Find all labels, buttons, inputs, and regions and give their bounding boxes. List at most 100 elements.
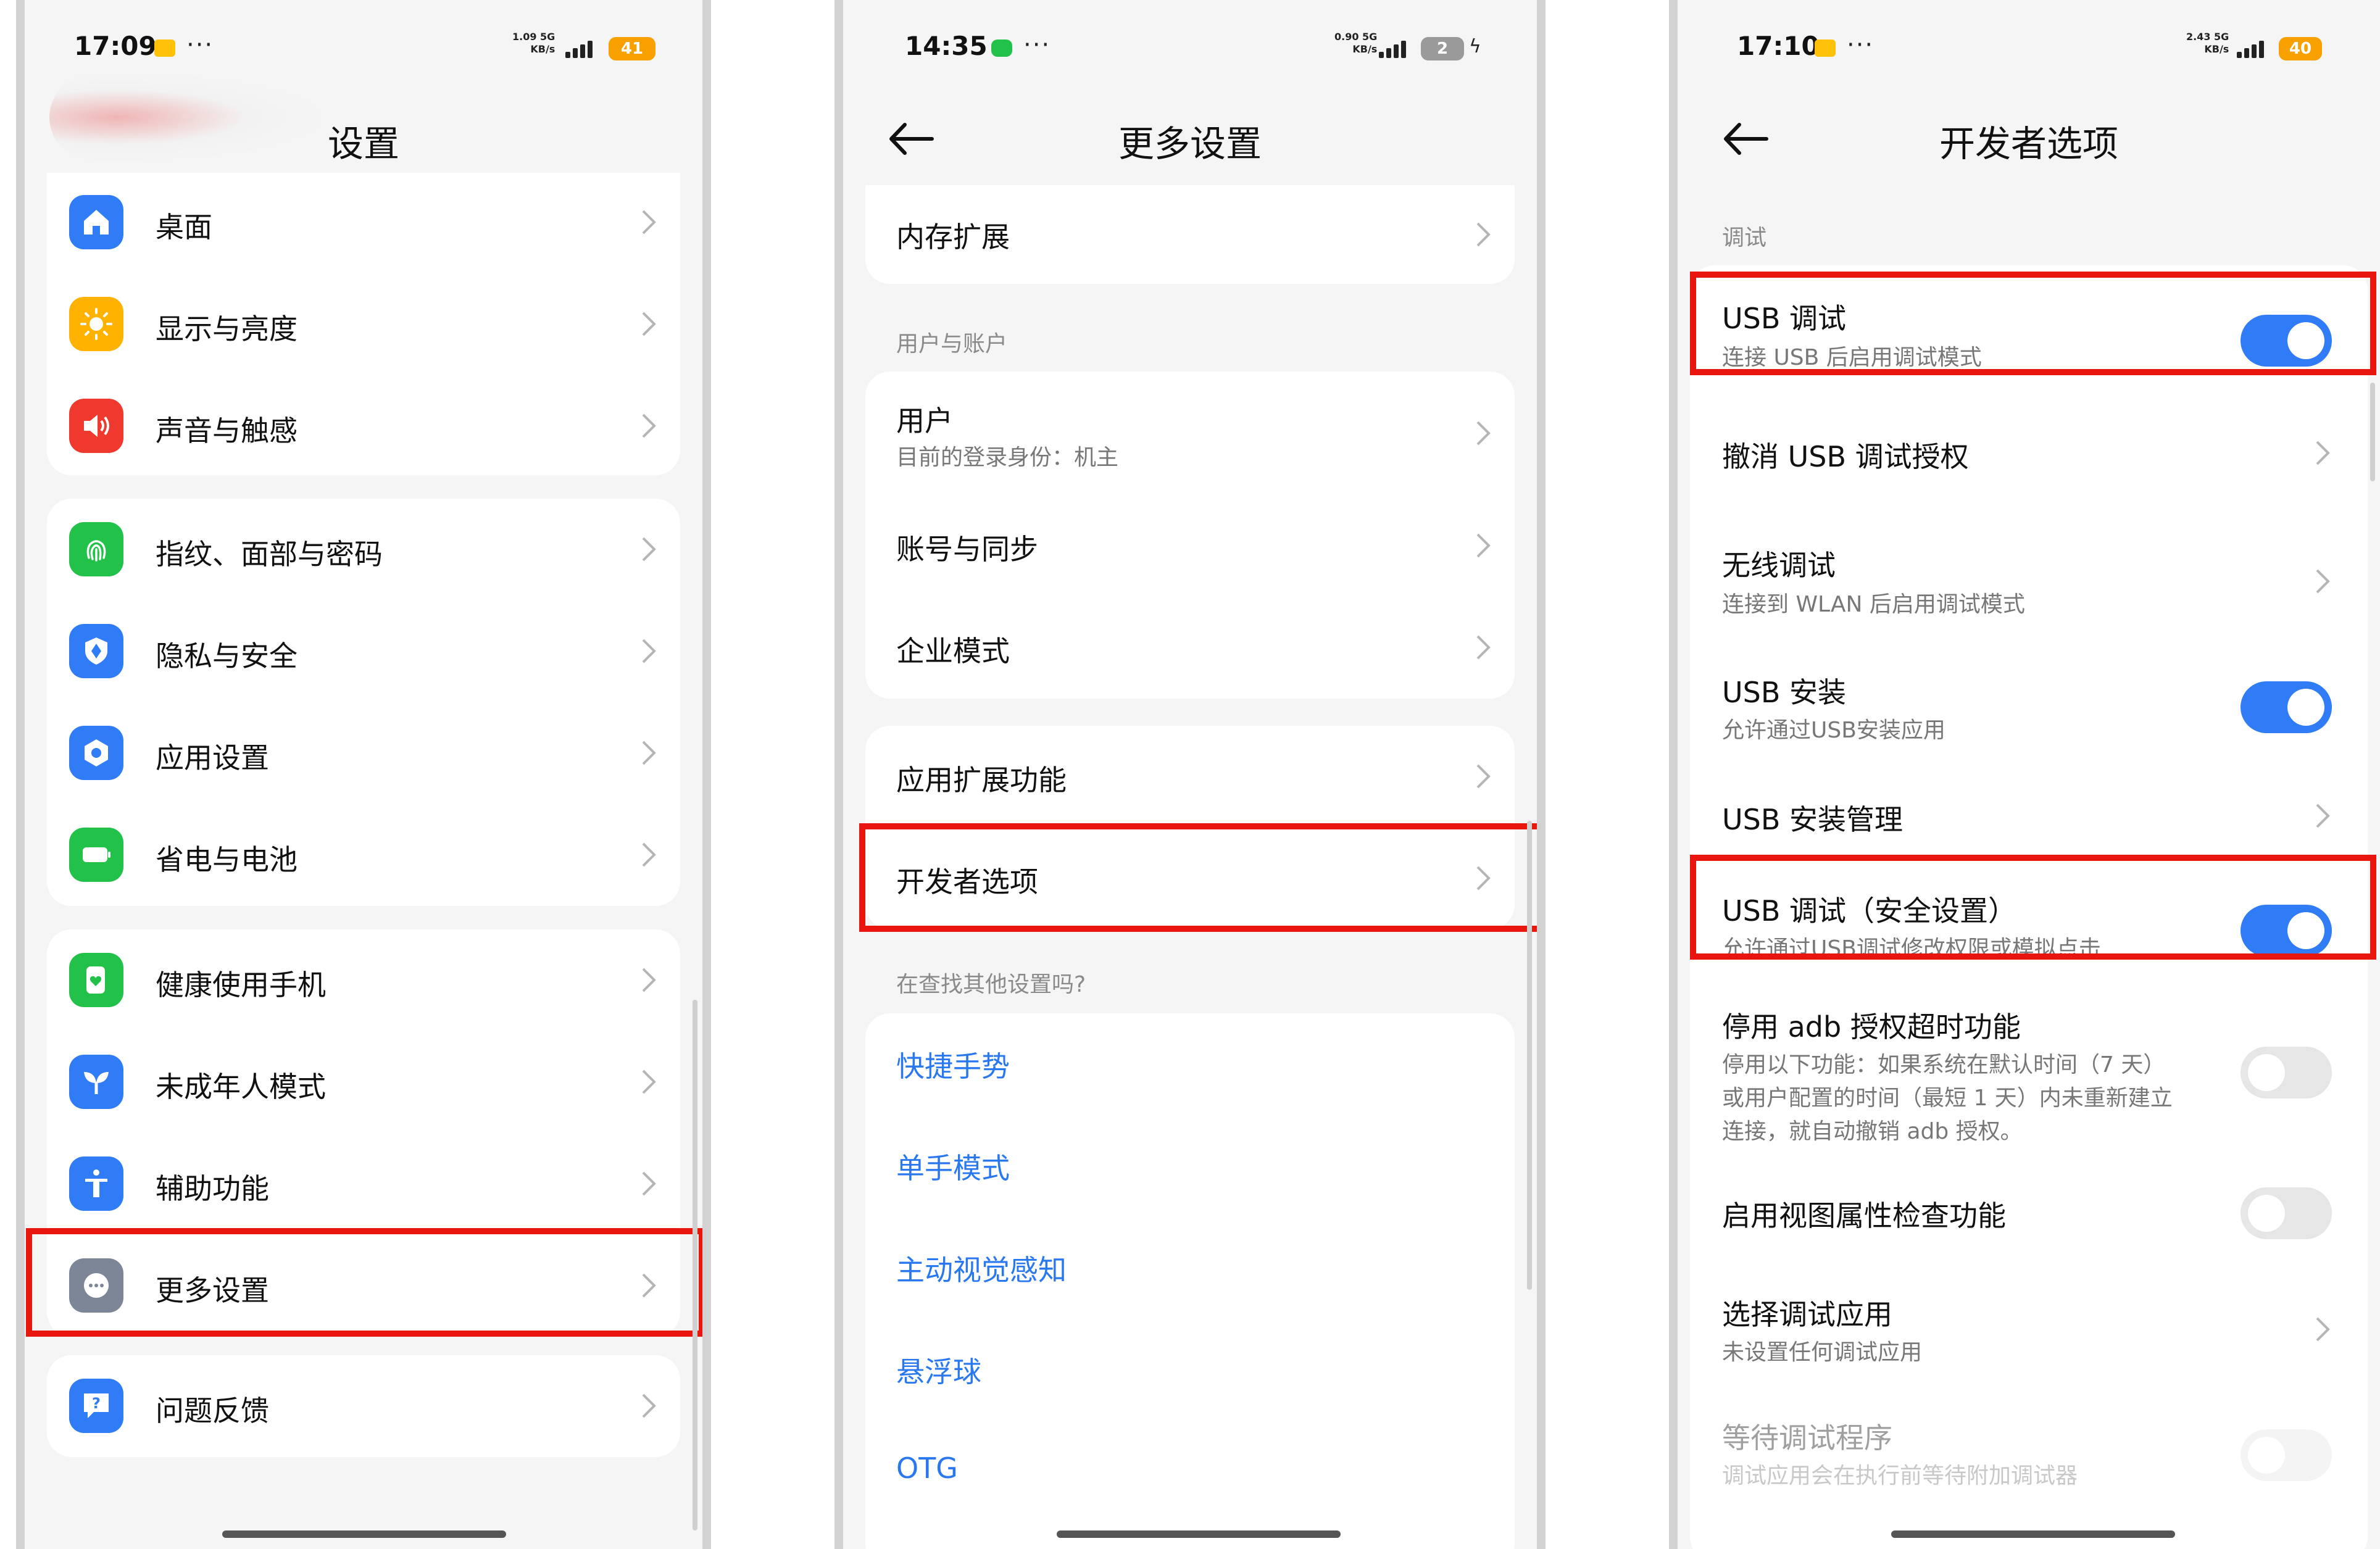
sun-icon bbox=[69, 297, 123, 351]
settings-group-2: 指纹、面部与密码 隐私与安全 应用设置 省电与电池 bbox=[47, 499, 680, 906]
notification-badge-icon bbox=[991, 39, 1012, 57]
signal-icon bbox=[1379, 38, 1413, 58]
more-notifications-icon: ··· bbox=[1023, 31, 1051, 59]
disable-adb-timeout-toggle[interactable] bbox=[2241, 1047, 2332, 1098]
page-title: 设置 bbox=[327, 123, 399, 165]
app-gear-icon bbox=[69, 726, 123, 780]
settings-item-minor-mode[interactable]: 未成年人模式 bbox=[47, 1031, 680, 1133]
status-time: 17:09 bbox=[74, 31, 157, 61]
chevron-right-icon bbox=[639, 209, 658, 236]
home-indicator[interactable] bbox=[222, 1530, 506, 1538]
chevron-right-icon bbox=[2313, 439, 2332, 467]
signal-icon bbox=[2237, 38, 2271, 58]
home-indicator[interactable] bbox=[1891, 1530, 2175, 1538]
settings-item-apps[interactable]: 应用设置 bbox=[47, 702, 680, 804]
settings-screen: 17:09 ··· 1.09 5G KB/s 41 设置 桌面 显示与亮度 声音… bbox=[16, 0, 711, 1549]
notification-badge-icon bbox=[1815, 39, 1836, 57]
network-speed: 1.09 5G KB/s bbox=[512, 31, 555, 55]
settings-group-4: ? 问题反馈 bbox=[47, 1355, 680, 1457]
svg-text:?: ? bbox=[92, 1395, 101, 1412]
wireless-debugging-item[interactable]: 无线调试 连接到 WLAN 后启用调试模式 bbox=[1690, 512, 2368, 642]
settings-group-1: 桌面 显示与亮度 声音与触感 bbox=[47, 173, 680, 475]
link-quick-gestures[interactable]: 快捷手势 bbox=[896, 1044, 1010, 1085]
enterprise-mode-item[interactable]: 企业模式 bbox=[865, 597, 1515, 699]
memory-extension-item[interactable]: 内存扩展 bbox=[865, 185, 1515, 284]
section-label-other: 在查找其他设置吗? bbox=[896, 972, 1086, 997]
status-time: 17:10 bbox=[1737, 31, 1820, 61]
settings-item-battery[interactable]: 省电与电池 bbox=[47, 804, 680, 906]
chevron-right-icon bbox=[1474, 221, 1492, 248]
chevron-right-icon bbox=[639, 412, 658, 439]
settings-item-sound[interactable]: 声音与触感 bbox=[47, 376, 680, 475]
scrollbar[interactable] bbox=[693, 1000, 697, 1530]
chevron-right-icon bbox=[639, 637, 658, 665]
settings-item-health[interactable]: 健康使用手机 bbox=[47, 929, 680, 1031]
network-speed: 2.43 5G KB/s bbox=[2186, 31, 2229, 55]
settings-item-display[interactable]: 显示与亮度 bbox=[47, 275, 680, 373]
select-debug-app-item[interactable]: 选择调试应用 未设置任何调试应用 bbox=[1690, 1265, 2368, 1389]
chevron-right-icon bbox=[639, 1068, 658, 1095]
settings-item-accessibility[interactable]: 辅助功能 bbox=[47, 1133, 680, 1235]
charging-icon: ϟ bbox=[1469, 36, 1481, 57]
page-title: 更多设置 bbox=[1118, 123, 1262, 165]
link-otg[interactable]: OTG bbox=[896, 1451, 958, 1485]
settings-item-feedback[interactable]: ? 问题反馈 bbox=[47, 1355, 680, 1457]
account-sync-item[interactable]: 账号与同步 bbox=[865, 495, 1515, 597]
memory-group: 内存扩展 bbox=[865, 185, 1515, 284]
chevron-right-icon bbox=[1474, 634, 1492, 661]
link-visual-perception[interactable]: 主动视觉感知 bbox=[896, 1248, 1067, 1289]
view-attribute-inspection-toggle[interactable] bbox=[2241, 1187, 2332, 1239]
home-indicator[interactable] bbox=[1057, 1530, 1341, 1538]
highlight-usb-debugging bbox=[1690, 272, 2376, 375]
settings-item-privacy[interactable]: 隐私与安全 bbox=[47, 600, 680, 702]
scrollbar[interactable] bbox=[1527, 821, 1532, 1290]
sprout-icon bbox=[69, 1055, 123, 1109]
wait-for-debugger-item: 等待调试程序 调试应用会在执行前等待附加调试器 bbox=[1690, 1389, 2368, 1512]
chevron-right-icon bbox=[639, 841, 658, 868]
chevron-right-icon bbox=[639, 1170, 658, 1197]
battery-icon bbox=[69, 828, 123, 882]
battery-level-icon: 40 bbox=[2279, 37, 2322, 60]
shield-icon bbox=[69, 624, 123, 678]
page-title: 开发者选项 bbox=[1939, 123, 2118, 165]
chevron-right-icon bbox=[1474, 763, 1492, 790]
disable-adb-timeout-item[interactable]: 停用 adb 授权超时功能 停用以下功能：如果系统在默认时间（7 天） 或用户配… bbox=[1690, 981, 2368, 1160]
app-extension-item[interactable]: 应用扩展功能 bbox=[865, 726, 1515, 828]
accessibility-icon bbox=[69, 1157, 123, 1211]
other-settings-group: 快捷手势 单手模式 主动视觉感知 悬浮球 OTG bbox=[865, 1013, 1515, 1549]
home-icon bbox=[69, 195, 123, 249]
developer-options-screen: 17:10 ··· 2.43 5G KB/s 40 开发者选项 调试 USB 调试… bbox=[1669, 0, 2380, 1549]
user-item[interactable]: 用户 目前的登录身份：机主 bbox=[865, 372, 1515, 495]
feedback-icon: ? bbox=[69, 1379, 123, 1433]
usb-install-toggle[interactable] bbox=[2241, 681, 2332, 733]
usb-install-item[interactable]: USB 安装 允许通过USB安装应用 bbox=[1690, 642, 2368, 765]
chevron-right-icon bbox=[1474, 420, 1492, 447]
revoke-usb-auth-item[interactable]: 撤消 USB 调试授权 bbox=[1690, 395, 2368, 512]
link-one-hand-mode[interactable]: 单手模式 bbox=[896, 1146, 1010, 1187]
status-bar: 14:35 ··· 0.90 5G KB/s 2 ϟ bbox=[843, 0, 1537, 99]
view-attribute-inspection-item[interactable]: 启用视图属性检查功能 bbox=[1690, 1160, 2368, 1265]
speaker-icon bbox=[69, 399, 123, 453]
health-icon bbox=[69, 953, 123, 1007]
highlight-developer-options bbox=[859, 823, 1537, 932]
chevron-right-icon bbox=[1474, 532, 1492, 559]
battery-level-icon: 41 bbox=[609, 37, 655, 60]
chevron-right-icon bbox=[2313, 1316, 2332, 1343]
chevron-right-icon bbox=[2313, 568, 2332, 595]
highlight-more-settings bbox=[26, 1228, 702, 1337]
wait-for-debugger-toggle bbox=[2241, 1429, 2332, 1481]
section-label-accounts: 用户与账户 bbox=[896, 331, 1008, 357]
settings-item-fingerprint[interactable]: 指纹、面部与密码 bbox=[47, 499, 680, 600]
chevron-right-icon bbox=[639, 739, 658, 766]
section-label-debug: 调试 bbox=[1722, 225, 1767, 251]
scrollbar[interactable] bbox=[2370, 383, 2375, 481]
link-floating-ball[interactable]: 悬浮球 bbox=[896, 1350, 981, 1390]
highlight-usb-debugging-secure bbox=[1690, 855, 2376, 960]
chevron-right-icon bbox=[639, 310, 658, 338]
notification-badge-icon bbox=[154, 39, 175, 57]
more-notifications-icon: ··· bbox=[1847, 31, 1874, 59]
settings-item-desktop[interactable]: 桌面 bbox=[47, 173, 680, 272]
accounts-group: 用户 目前的登录身份：机主 账号与同步 企业模式 bbox=[865, 372, 1515, 699]
status-time: 14:35 bbox=[905, 31, 988, 61]
signal-icon bbox=[565, 38, 600, 58]
